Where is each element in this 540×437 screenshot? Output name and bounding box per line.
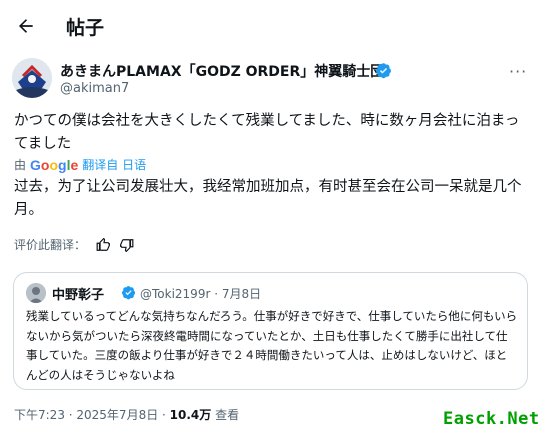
top-bar: 帖子: [0, 0, 540, 52]
avatar[interactable]: [12, 58, 52, 98]
more-dots-icon: ···: [509, 62, 528, 81]
quoted-post[interactable]: 中野彰子 @Toki2199r · 7月8日 残業しているってどんな気持ちなんだ…: [13, 272, 528, 390]
page-title: 帖子: [66, 17, 105, 39]
author-handle[interactable]: @akiman7: [60, 81, 129, 96]
translated-prefix: 由: [14, 158, 27, 172]
quote-avatar-image: [26, 283, 46, 303]
quote-avatar: [26, 283, 46, 303]
thumbs-down-icon[interactable]: [120, 238, 134, 252]
views-label: 查看: [211, 408, 240, 422]
quote-verified-badge-icon: [121, 286, 136, 300]
back-button[interactable]: [12, 12, 40, 40]
author-row: あきまんPLAMAX「GODZ ORDER」神翼騎士団 @akiman7 ···: [12, 58, 532, 102]
arrow-left-icon: [19, 19, 33, 33]
watermark-text: Easck.Net: [443, 409, 540, 429]
tweet-text: かつての僕は会社を大きくしたくて残業してました、時に数ヶ月会社に泊まってました: [14, 113, 520, 152]
more-options-button[interactable]: ···: [509, 62, 527, 81]
quote-text: 残業しているってどんな気持ちなんだろう。仕事が好きで好きで、仕事していたら他に何…: [26, 309, 518, 382]
rate-translation-label: 评价此翻译：: [14, 238, 87, 252]
quote-author-name: 中野彰子: [52, 288, 105, 303]
google-logo: Google: [30, 156, 79, 173]
verified-badge-icon: [376, 63, 392, 79]
thumbs-up-icon[interactable]: [96, 237, 111, 252]
translation-attribution: 由 Google 翻译自 日语: [14, 156, 146, 173]
rate-translation-row: 评价此翻译：: [14, 236, 134, 253]
tweet-translation: 过去，为了让公司发展壮大，我经常加班加点，有时甚至会在公司一呆就是几个月。: [14, 179, 522, 218]
views-count: 10.4万: [169, 408, 212, 422]
translated-from-link[interactable]: 翻译自 日语: [82, 156, 146, 173]
post-timestamp: 下午7:23 · 2025年7月8日 · 10.4万 查看: [14, 406, 239, 423]
avatar-image: [12, 58, 52, 98]
author-name[interactable]: あきまんPLAMAX「GODZ ORDER」神翼騎士団: [60, 61, 384, 81]
post-time[interactable]: 下午7:23 · 2025年7月8日 ·: [14, 408, 170, 422]
quote-meta: @Toki2199r · 7月8日: [140, 287, 262, 301]
